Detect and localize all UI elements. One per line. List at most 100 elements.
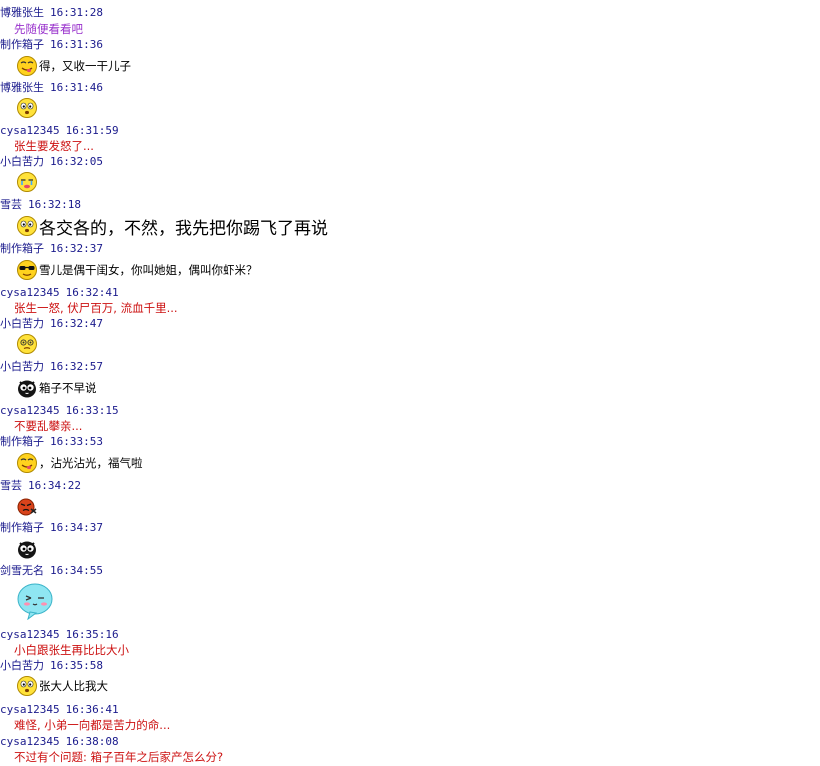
sender-name: cysa12345 <box>0 628 60 641</box>
message-header: 雪芸 16:34:22 <box>0 479 81 493</box>
sender-name: 制作箱子 <box>0 38 44 51</box>
dizzy-emoticon-icon <box>16 333 38 355</box>
message-text: 张生要发怒了... <box>14 139 94 153</box>
message-body <box>0 581 55 621</box>
message-text: 箱子不早说 <box>39 381 97 395</box>
message-body: 张生要发怒了... <box>0 139 94 153</box>
message-body: ，沾光沾光，福气啦 <box>0 451 143 475</box>
message-body <box>0 494 39 518</box>
blue-speech-bubble-face-icon <box>16 582 54 620</box>
message-body: 张大人比我大 <box>0 674 108 698</box>
surprised-emoticon-icon <box>16 675 38 697</box>
message-text: 得，又收一干儿子 <box>39 59 131 73</box>
message-header: cysa12345 16:36:41 <box>0 703 119 717</box>
message-text: 难怪, 小弟一向都是苦力的命... <box>14 718 171 732</box>
message-header: cysa12345 16:32:41 <box>0 286 119 300</box>
sender-name: cysa12345 <box>0 124 60 137</box>
message-body: 先随便看看吧 <box>0 22 83 36</box>
message-time: 16:32:41 <box>65 286 119 299</box>
sender-name: 博雅张生 <box>0 81 44 94</box>
sender-name: 小白苦力 <box>0 360 44 373</box>
message-time: 16:32:57 <box>50 360 103 373</box>
chat-log: 博雅张生 16:31:28 先随便看看吧 制作箱子 16:31:36 得，又收一干儿子 博雅… <box>0 0 820 766</box>
angry-red-emoticon-icon <box>16 495 38 517</box>
sender-name: cysa12345 <box>0 735 60 748</box>
message-text: 不过有个问题: 箱子百年之后家产怎么分? <box>14 750 224 764</box>
message-header: 制作箱子 16:32:37 <box>0 242 103 256</box>
message-time: 16:31:46 <box>50 81 103 94</box>
message-text: 雪儿是偶干闺女，你叫她姐，偶叫你虾米？ <box>39 263 258 277</box>
message-body: 难怪, 小弟一向都是苦力的命... <box>0 718 170 732</box>
cool-sunglasses-emoticon-icon <box>16 259 38 281</box>
sender-name: 小白苦力 <box>0 155 44 168</box>
message-text: 张大人比我大 <box>39 679 108 693</box>
message-time: 16:32:05 <box>50 155 103 168</box>
message-header: 博雅张生 16:31:46 <box>0 81 103 95</box>
sender-name: cysa12345 <box>0 286 60 299</box>
sender-name: 博雅张生 <box>0 6 44 19</box>
sender-name: 制作箱子 <box>0 521 44 534</box>
black-owl-emoticon-icon <box>16 377 38 399</box>
sender-name: cysa12345 <box>0 703 60 716</box>
message-body: 张生一怒, 伏尸百万, 流血千里... <box>0 301 178 315</box>
message-header: 制作箱子 16:34:37 <box>0 521 103 535</box>
message-body: 雪儿是偶干闺女，你叫她姐，偶叫你虾米？ <box>0 258 258 282</box>
message-time: 16:35:16 <box>65 628 119 641</box>
message-body: 不要乱攀亲... <box>0 419 82 433</box>
sender-name: 小白苦力 <box>0 317 44 330</box>
message-header: 制作箱子 16:33:53 <box>0 435 103 449</box>
message-time: 16:34:37 <box>50 521 103 534</box>
surprised-emoticon-icon <box>16 215 38 237</box>
message-body: 小白跟张生再比比大小 <box>0 643 129 657</box>
message-header: 雪芸 16:32:18 <box>0 198 81 212</box>
crying-emoticon-icon <box>16 171 38 193</box>
message-time: 16:32:47 <box>50 317 103 330</box>
sender-name: 雪芸 <box>0 198 22 211</box>
message-time: 16:34:55 <box>50 564 103 577</box>
message-header: 剑雪无名 16:34:55 <box>0 564 103 578</box>
message-header: 制作箱子 16:31:36 <box>0 38 103 52</box>
message-header: 小白苦力 16:32:05 <box>0 155 103 169</box>
message-text: 各交各的，不然，我先把你踢飞了再说 <box>39 218 328 239</box>
message-text: 先随便看看吧 <box>14 22 83 36</box>
message-text: 不要乱攀亲... <box>14 419 83 433</box>
message-time: 16:36:41 <box>65 703 119 716</box>
message-time: 16:34:22 <box>28 479 81 492</box>
sender-name: 制作箱子 <box>0 242 44 255</box>
message-time: 16:33:53 <box>50 435 103 448</box>
message-body <box>0 537 39 561</box>
message-text: 张生一怒, 伏尸百万, 流血千里... <box>14 301 178 315</box>
message-header: cysa12345 16:31:59 <box>0 124 119 138</box>
message-time: 16:35:58 <box>50 659 103 672</box>
message-header: 博雅张生 16:31:28 <box>0 6 103 20</box>
sender-name: 雪芸 <box>0 479 22 492</box>
tongue-out-emoticon-icon <box>16 452 38 474</box>
message-header: 小白苦力 16:32:47 <box>0 317 103 331</box>
message-time: 16:31:59 <box>65 124 119 137</box>
sender-name: 剑雪无名 <box>0 564 44 577</box>
message-body <box>0 96 39 120</box>
message-body: 不过有个问题: 箱子百年之后家产怎么分? <box>0 750 223 764</box>
message-header: 小白苦力 16:32:57 <box>0 360 103 374</box>
message-time: 16:32:37 <box>50 242 103 255</box>
message-text: ，沾光沾光，福气啦 <box>39 456 143 470</box>
message-time: 16:33:15 <box>65 404 119 417</box>
message-header: cysa12345 16:38:08 <box>0 735 119 749</box>
message-header: cysa12345 16:35:16 <box>0 628 119 642</box>
message-body: 箱子不早说 <box>0 376 97 400</box>
message-body: 各交各的，不然，我先把你踢飞了再说 <box>0 214 328 239</box>
message-header: 小白苦力 16:35:58 <box>0 659 103 673</box>
message-time: 16:31:28 <box>50 6 103 19</box>
sender-name: 制作箱子 <box>0 435 44 448</box>
tongue-out-emoticon-icon <box>16 55 38 77</box>
sender-name: 小白苦力 <box>0 659 44 672</box>
surprised-emoticon-icon <box>16 97 38 119</box>
message-body <box>0 332 39 356</box>
message-time: 16:38:08 <box>65 735 119 748</box>
message-body <box>0 170 39 194</box>
sender-name: cysa12345 <box>0 404 60 417</box>
message-text: 小白跟张生再比比大小 <box>14 643 129 657</box>
black-owl-emoticon-icon <box>16 538 38 560</box>
message-body: 得，又收一干儿子 <box>0 54 131 78</box>
message-time: 16:31:36 <box>50 38 103 51</box>
